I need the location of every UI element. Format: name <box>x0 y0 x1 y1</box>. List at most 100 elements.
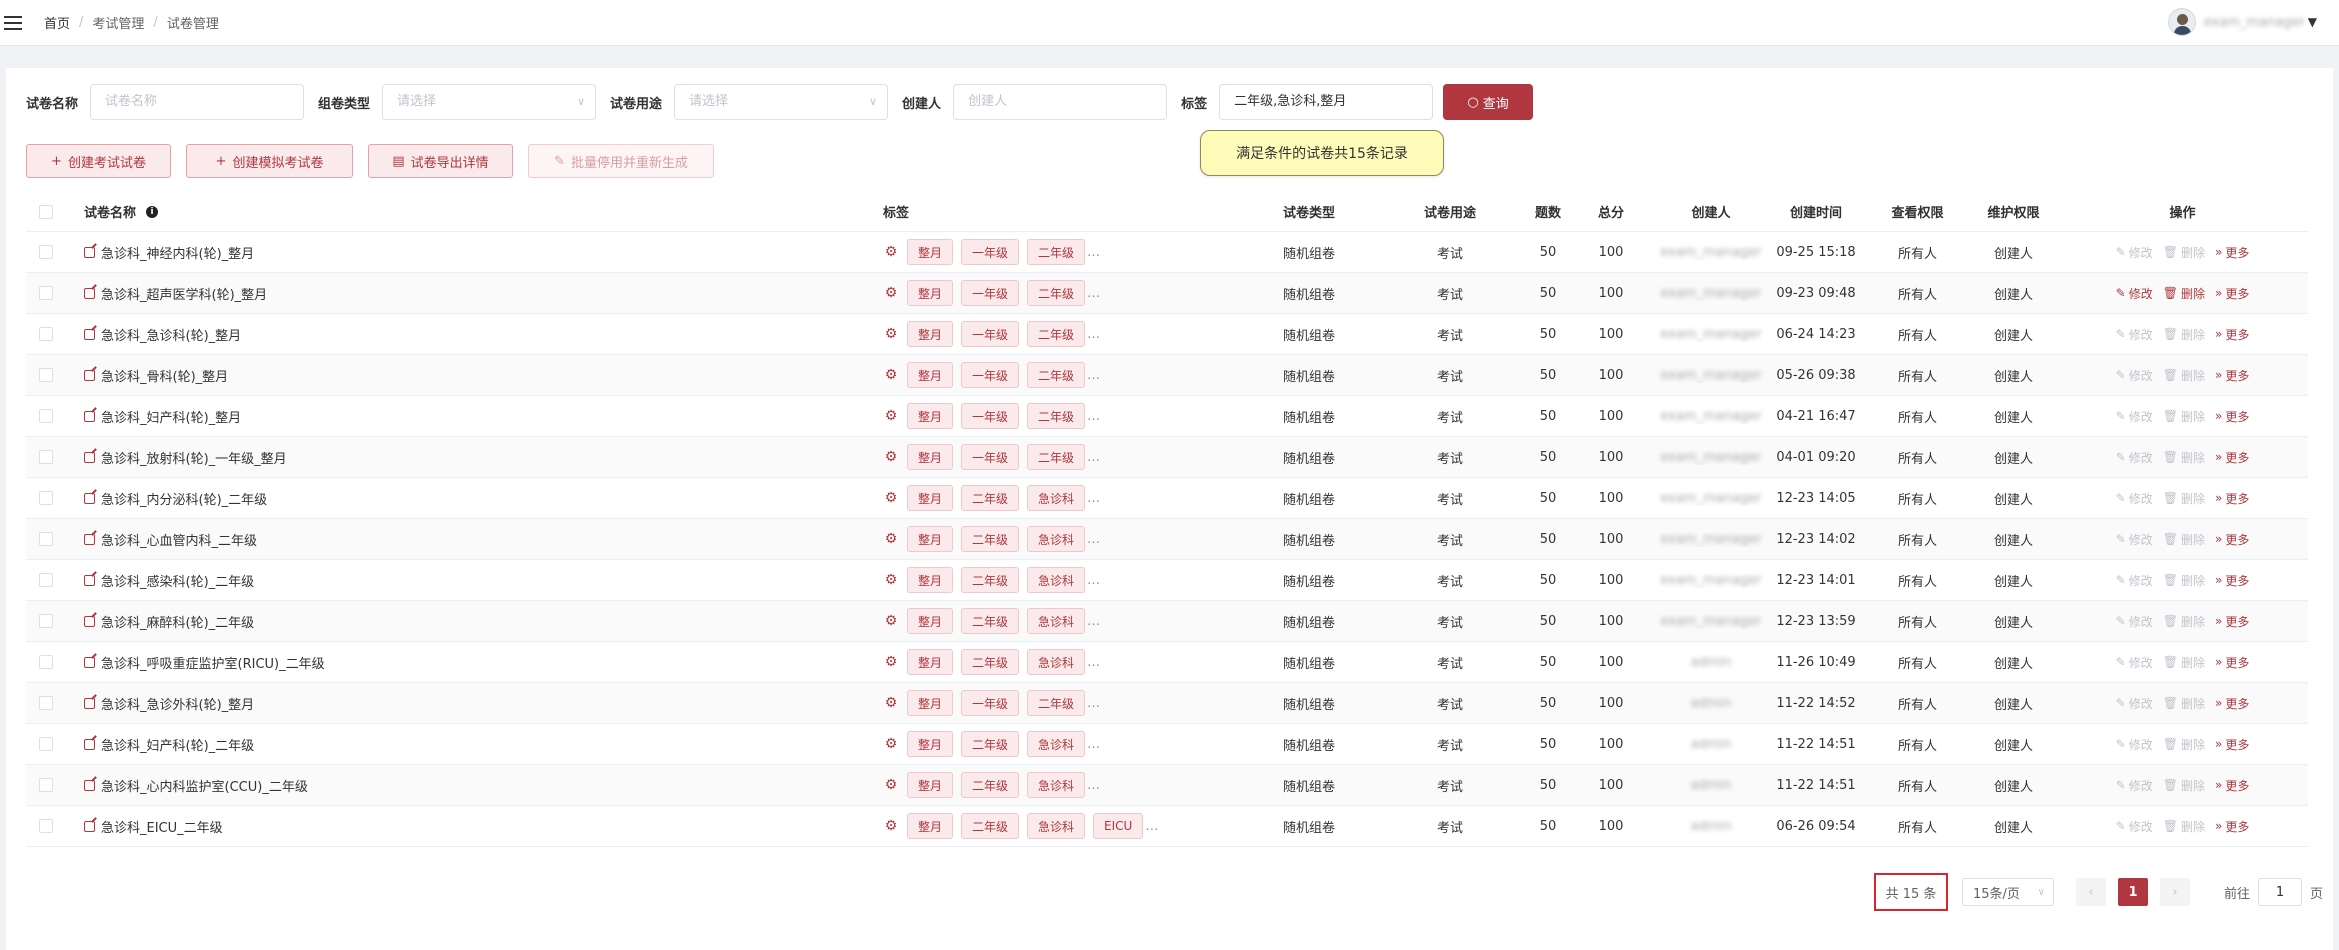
edit-icon[interactable] <box>84 738 95 750</box>
delete-button[interactable]: 🗑 删除 <box>2163 408 2205 425</box>
delete-button[interactable]: 🗑 删除 <box>2163 654 2205 671</box>
gear-icon[interactable]: ⚙ <box>883 777 899 793</box>
edit-icon[interactable] <box>84 287 95 299</box>
prev-page-button[interactable]: ‹ <box>2076 878 2106 906</box>
paper-name-input[interactable]: 试卷名称 <box>90 84 305 120</box>
delete-button[interactable]: 🗑 删除 <box>2163 531 2205 548</box>
paper-name[interactable]: 急诊科_超声医学科(轮)_整月 <box>101 284 267 303</box>
paper-name[interactable]: 急诊科_神经内科(轮)_整月 <box>101 243 254 262</box>
edit-button[interactable]: ✎ 修改 <box>2116 736 2153 753</box>
edit-button[interactable]: ✎ 修改 <box>2116 285 2153 302</box>
paper-name-cell[interactable]: 急诊科_麻醉科(轮)_二年级 <box>66 612 883 631</box>
edit-icon[interactable] <box>84 533 95 545</box>
edit-icon[interactable] <box>84 246 95 258</box>
edit-icon[interactable] <box>84 574 95 586</box>
creator-input[interactable]: 创建人 <box>953 84 1168 120</box>
delete-button[interactable]: 🗑 删除 <box>2163 572 2205 589</box>
edit-button[interactable]: ✎ 修改 <box>2116 695 2153 712</box>
paper-name-cell[interactable]: 急诊科_妇产科(轮)_整月 <box>66 407 883 426</box>
edit-button[interactable]: ✎ 修改 <box>2116 490 2153 507</box>
goto-page-input[interactable]: 1 <box>2258 878 2303 906</box>
edit-button[interactable]: ✎ 修改 <box>2116 572 2153 589</box>
paper-name-cell[interactable]: 急诊科_骨科(轮)_整月 <box>66 366 883 385</box>
create-exam-paper-button[interactable]: + 创建考试试卷 <box>26 144 171 178</box>
row-checkbox[interactable] <box>26 327 66 341</box>
more-button[interactable]: » 更多 <box>2215 244 2249 261</box>
delete-button[interactable]: 🗑 删除 <box>2163 285 2205 302</box>
paper-name-cell[interactable]: 急诊科_放射科(轮)_一年级_整月 <box>66 448 883 467</box>
paper-name-cell[interactable]: 急诊科_妇产科(轮)_二年级 <box>66 735 883 754</box>
gear-icon[interactable]: ⚙ <box>883 449 899 465</box>
more-button[interactable]: » 更多 <box>2215 490 2249 507</box>
row-checkbox[interactable] <box>26 491 66 505</box>
gear-icon[interactable]: ⚙ <box>883 531 899 547</box>
more-button[interactable]: » 更多 <box>2215 326 2249 343</box>
delete-button[interactable]: 🗑 删除 <box>2163 244 2205 261</box>
gear-icon[interactable]: ⚙ <box>883 244 899 260</box>
delete-button[interactable]: 🗑 删除 <box>2163 490 2205 507</box>
gear-icon[interactable]: ⚙ <box>883 326 899 342</box>
edit-button[interactable]: ✎ 修改 <box>2116 326 2153 343</box>
caret-down-icon[interactable]: ▼ <box>2308 15 2317 29</box>
edit-button[interactable]: ✎ 修改 <box>2116 244 2153 261</box>
edit-button[interactable]: ✎ 修改 <box>2116 613 2153 630</box>
more-button[interactable]: » 更多 <box>2215 736 2249 753</box>
paper-name[interactable]: 急诊科_急诊科(轮)_整月 <box>101 325 241 344</box>
more-button[interactable]: » 更多 <box>2215 654 2249 671</box>
delete-button[interactable]: 🗑 删除 <box>2163 695 2205 712</box>
menu-toggle-icon[interactable] <box>4 15 22 30</box>
username[interactable]: exam_manager <box>2204 15 2305 30</box>
row-checkbox[interactable] <box>26 655 66 669</box>
edit-icon[interactable] <box>84 328 95 340</box>
gear-icon[interactable]: ⚙ <box>883 285 899 301</box>
paper-name-cell[interactable]: 急诊科_超声医学科(轮)_整月 <box>66 284 883 303</box>
paper-name[interactable]: 急诊科_心内科监护室(CCU)_二年级 <box>101 776 308 795</box>
paper-name-cell[interactable]: 急诊科_神经内科(轮)_整月 <box>66 243 883 262</box>
delete-button[interactable]: 🗑 删除 <box>2163 818 2205 835</box>
edit-button[interactable]: ✎ 修改 <box>2116 654 2153 671</box>
paper-use-select[interactable]: 请选择 ∨ <box>674 84 889 120</box>
gear-icon[interactable]: ⚙ <box>883 695 899 711</box>
delete-button[interactable]: 🗑 删除 <box>2163 449 2205 466</box>
row-checkbox[interactable] <box>26 614 66 628</box>
breadcrumb-home[interactable]: 首页 <box>44 13 70 32</box>
paper-name[interactable]: 急诊科_麻醉科(轮)_二年级 <box>101 612 254 631</box>
edit-button[interactable]: ✎ 修改 <box>2116 408 2153 425</box>
more-button[interactable]: » 更多 <box>2215 531 2249 548</box>
paper-name-cell[interactable]: 急诊科_内分泌科(轮)_二年级 <box>66 489 883 508</box>
row-checkbox[interactable] <box>26 286 66 300</box>
paper-name[interactable]: 急诊科_急诊外科(轮)_整月 <box>101 694 254 713</box>
delete-button[interactable]: 🗑 删除 <box>2163 367 2205 384</box>
delete-button[interactable]: 🗑 删除 <box>2163 736 2205 753</box>
more-button[interactable]: » 更多 <box>2215 408 2249 425</box>
edit-button[interactable]: ✎ 修改 <box>2116 818 2153 835</box>
gear-icon[interactable]: ⚙ <box>883 490 899 506</box>
row-checkbox[interactable] <box>26 737 66 751</box>
next-page-button[interactable]: › <box>2160 878 2190 906</box>
paper-name-cell[interactable]: 急诊科_EICU_二年级 <box>66 817 883 836</box>
row-checkbox[interactable] <box>26 696 66 710</box>
row-checkbox[interactable] <box>26 368 66 382</box>
more-button[interactable]: » 更多 <box>2215 449 2249 466</box>
edit-button[interactable]: ✎ 修改 <box>2116 531 2153 548</box>
avatar[interactable] <box>2167 8 2196 36</box>
paper-name-cell[interactable]: 急诊科_呼吸重症监护室(RICU)_二年级 <box>66 653 883 672</box>
more-button[interactable]: » 更多 <box>2215 695 2249 712</box>
row-checkbox[interactable] <box>26 450 66 464</box>
row-checkbox[interactable] <box>26 532 66 546</box>
delete-button[interactable]: 🗑 删除 <box>2163 613 2205 630</box>
more-button[interactable]: » 更多 <box>2215 285 2249 302</box>
gear-icon[interactable]: ⚙ <box>883 654 899 670</box>
edit-icon[interactable] <box>84 656 95 668</box>
paper-name-cell[interactable]: 急诊科_心内科监护室(CCU)_二年级 <box>66 776 883 795</box>
row-checkbox[interactable] <box>26 778 66 792</box>
paper-name-cell[interactable]: 急诊科_感染科(轮)_二年级 <box>66 571 883 590</box>
more-button[interactable]: » 更多 <box>2215 818 2249 835</box>
paper-name[interactable]: 急诊科_EICU_二年级 <box>101 817 223 836</box>
create-mock-paper-button[interactable]: + 创建模拟考试卷 <box>186 144 353 178</box>
gear-icon[interactable]: ⚙ <box>883 736 899 752</box>
gear-icon[interactable]: ⚙ <box>883 613 899 629</box>
edit-icon[interactable] <box>84 820 95 832</box>
edit-icon[interactable] <box>84 492 95 504</box>
edit-icon[interactable] <box>84 369 95 381</box>
